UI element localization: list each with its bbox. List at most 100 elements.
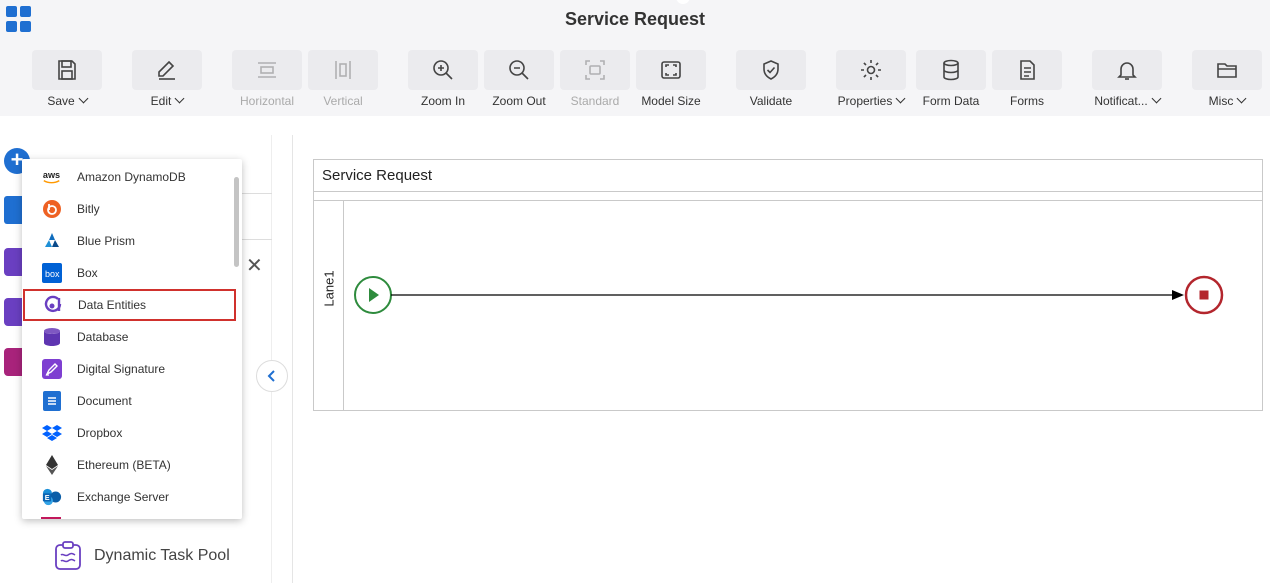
svg-text:aws: aws [43, 170, 60, 180]
dropdown-item-label: Bitly [77, 202, 100, 216]
title-bar: Service Request [0, 0, 1270, 40]
dynamic-task-pool-label: Dynamic Task Pool [94, 547, 230, 564]
dropdown-next-item-peek [41, 517, 61, 519]
data-entities-icon [43, 295, 63, 315]
standard-size-icon [585, 60, 605, 80]
lane[interactable]: Lane1 [314, 200, 1262, 410]
chevron-down-icon [1151, 93, 1162, 104]
arrow-head [1172, 290, 1184, 300]
model-size-label: Model Size [641, 94, 701, 108]
dropdown-item-document[interactable]: Document [22, 385, 236, 417]
notifications-label: Notificat... [1094, 94, 1148, 108]
dynamic-task-pool-icon [55, 541, 81, 570]
forms-icon [1020, 60, 1035, 80]
gear-icon [861, 60, 881, 80]
dropdown-item-ethereum[interactable]: Ethereum (BETA) [22, 449, 236, 481]
misc-label: Misc [1208, 94, 1234, 108]
dropdown-scrollbar[interactable] [234, 177, 239, 267]
box-icon: box [42, 263, 62, 283]
divider [242, 193, 272, 194]
save-button[interactable]: Save [32, 50, 102, 110]
properties-button[interactable]: Properties [836, 50, 906, 110]
dropdown-item-dropbox[interactable]: Dropbox [22, 417, 236, 449]
vertical-button[interactable]: Vertical [308, 50, 378, 110]
database-icon [943, 59, 959, 81]
vertical-layout-icon [335, 61, 351, 79]
dropdown-item-digital-signature[interactable]: Digital Signature [22, 353, 236, 385]
svg-text:E: E [45, 493, 50, 502]
dropdown-item-label: Data Entities [78, 298, 147, 312]
horizontal-layout-icon [258, 62, 276, 78]
pool-title: Service Request [314, 160, 1262, 192]
exchange-server-icon: E [42, 487, 62, 507]
bpmn-diagram [354, 275, 1224, 315]
process-canvas: Service Request Lane1 [292, 135, 1270, 583]
dropdown-item-label: Ethereum (BETA) [77, 458, 171, 472]
dropdown-item-label: Database [77, 330, 129, 344]
edit-button[interactable]: Edit [132, 50, 202, 110]
ethereum-icon [42, 455, 62, 475]
chevron-down-icon [895, 93, 906, 104]
edit-label: Edit [150, 94, 172, 108]
close-icon[interactable]: ✕ [246, 253, 263, 278]
chevron-down-icon [78, 93, 89, 104]
dropdown-item-label: Blue Prism [77, 234, 136, 248]
aws-icon: aws [42, 167, 62, 187]
connector-dropdown: aws Amazon DynamoDB Bitly Blue Prism box… [22, 159, 242, 519]
dropdown-item-label: Document [77, 394, 132, 408]
document-icon [42, 391, 62, 411]
dropdown-item-database[interactable]: Database [22, 321, 236, 353]
dropbox-icon [42, 423, 62, 443]
forms-button[interactable]: Forms [992, 50, 1062, 110]
dropdown-item-label: Exchange Server [77, 490, 170, 504]
digital-signature-icon [42, 359, 62, 379]
dropdown-item-bitly[interactable]: Bitly [22, 193, 236, 225]
chevron-left-icon [267, 370, 275, 382]
dropdown-item-exchange-server[interactable]: E Exchange Server [22, 481, 236, 513]
folder-icon [1217, 63, 1237, 78]
svg-text:box: box [45, 269, 60, 279]
dropdown-item-label: Amazon DynamoDB [77, 170, 186, 184]
stop-icon [1199, 290, 1209, 300]
collapse-panel-button[interactable] [256, 360, 288, 392]
dropdown-item-box[interactable]: box Box [22, 257, 236, 289]
pencil-icon [158, 60, 175, 80]
save-icon [58, 60, 76, 80]
toolbar: Save Edit Horizontal Vertical Zoom In Zo… [0, 40, 1270, 116]
standard-button[interactable]: Standard [560, 50, 630, 110]
validate-label: Validate [749, 94, 793, 108]
dropdown-item-label: Digital Signature [77, 362, 166, 376]
form-data-button[interactable]: Form Data [916, 50, 986, 110]
save-label: Save [47, 94, 75, 108]
chevron-down-icon [174, 93, 185, 104]
dropdown-item-amazon-dynamodb[interactable]: aws Amazon DynamoDB [22, 161, 236, 193]
pool[interactable]: Service Request Lane1 [313, 159, 1263, 411]
database-icon [42, 327, 62, 347]
dynamic-task-pool-item[interactable]: Dynamic Task Pool [54, 540, 230, 572]
zoom-in-button[interactable]: Zoom In [408, 50, 478, 110]
zoom-out-button[interactable]: Zoom Out [484, 50, 554, 110]
dropdown-item-label: Box [77, 266, 98, 280]
bitly-icon [42, 199, 62, 219]
zoom-in-icon [433, 60, 453, 80]
model-size-icon [661, 61, 681, 79]
zoom-out-icon [509, 60, 529, 80]
dropdown-item-blue-prism[interactable]: Blue Prism [22, 225, 236, 257]
chevron-down-icon [1236, 93, 1247, 104]
validate-icon [763, 60, 779, 80]
bell-icon [1117, 62, 1137, 80]
dropdown-item-label: Dropbox [77, 426, 123, 440]
misc-button[interactable]: Misc [1192, 50, 1262, 110]
divider [242, 239, 272, 240]
window-title: Service Request [564, 9, 706, 29]
properties-label: Properties [837, 94, 893, 108]
validate-button[interactable]: Validate [736, 50, 806, 110]
title-notch [676, 0, 690, 4]
blue-prism-icon [42, 231, 62, 251]
horizontal-button[interactable]: Horizontal [232, 50, 302, 110]
dropdown-item-data-entities[interactable]: Data Entities [23, 289, 236, 321]
vertical-label: Vertical [323, 94, 363, 108]
model-size-button[interactable]: Model Size [636, 50, 706, 110]
forms-label: Forms [1010, 94, 1044, 108]
notifications-button[interactable]: Notificat... [1092, 50, 1162, 110]
